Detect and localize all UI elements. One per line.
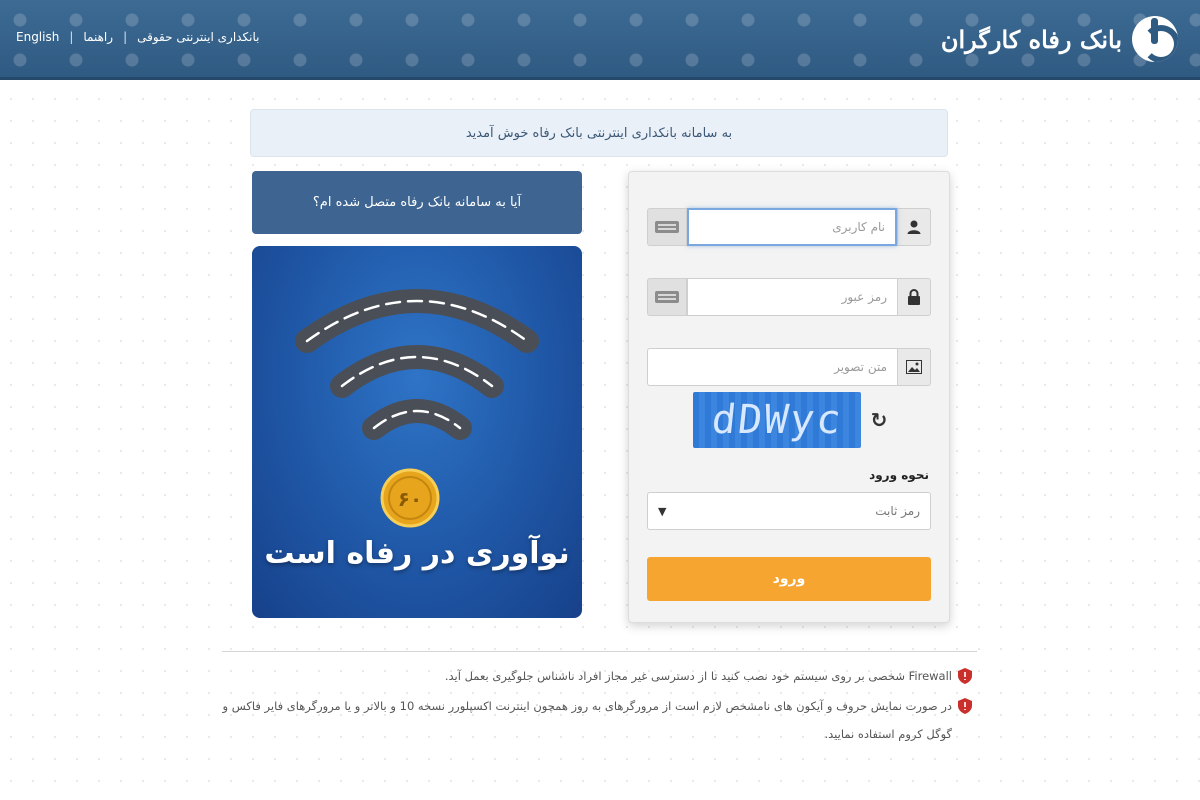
divider bbox=[222, 651, 977, 652]
promo-caption: نوآوری در رفاه است bbox=[264, 536, 570, 571]
link-separator: | bbox=[69, 30, 74, 44]
password-input[interactable] bbox=[687, 278, 897, 316]
username-row bbox=[647, 208, 931, 246]
promo-banner: ۶۰ نوآوری در رفاه است bbox=[252, 246, 582, 618]
username-input[interactable] bbox=[687, 208, 897, 246]
captcha-input[interactable] bbox=[647, 348, 897, 386]
lock-icon bbox=[897, 278, 931, 316]
captcha-image: dDWyc bbox=[693, 392, 861, 448]
password-keyboard-button[interactable] bbox=[647, 278, 687, 316]
brand[interactable]: بانک رفاه کارگران bbox=[941, 14, 1178, 64]
shield-icon bbox=[958, 668, 972, 684]
notice-text: Firewall شخصی بر روی سیستم خود نصب کنید … bbox=[444, 669, 952, 683]
captcha-row bbox=[647, 348, 931, 386]
password-row bbox=[647, 278, 931, 316]
welcome-banner: به سامانه بانکداری اینترنتی بانک رفاه خو… bbox=[250, 109, 948, 157]
shield-icon bbox=[958, 698, 972, 714]
image-icon bbox=[897, 348, 931, 386]
login-button[interactable]: ورود bbox=[647, 557, 931, 601]
login-method-select[interactable]: رمز ثابت ▼ bbox=[647, 492, 931, 530]
login-card: dDWyc ↻ نحوه ورود رمز ثابت ▼ ورود bbox=[628, 171, 950, 623]
connection-check-label: آیا به سامانه بانک رفاه متصل شده ام؟ bbox=[312, 195, 522, 210]
refresh-icon[interactable]: ↻ bbox=[867, 408, 891, 432]
notice-item: Firewall شخصی بر روی سیستم خود نصب کنید … bbox=[222, 662, 972, 690]
login-method-label: نحوه ورود bbox=[869, 468, 929, 482]
keyboard-icon bbox=[655, 291, 679, 303]
captcha-text: dDWyc bbox=[709, 397, 845, 443]
notice-text: در صورت نمایش حروف و آیکون های نامشخص لا… bbox=[222, 699, 952, 741]
login-method-value: رمز ثابت bbox=[875, 504, 920, 518]
username-keyboard-button[interactable] bbox=[647, 208, 687, 246]
notice-item: در صورت نمایش حروف و آیکون های نامشخص لا… bbox=[222, 692, 972, 748]
keyboard-icon bbox=[655, 221, 679, 233]
welcome-text: به سامانه بانکداری اینترنتی بانک رفاه خو… bbox=[465, 125, 733, 141]
link-separator: | bbox=[123, 30, 128, 44]
top-header: بانک رفاه کارگران بانکداری اینترنتی حقوق… bbox=[0, 0, 1200, 80]
coin-text: ۶۰ bbox=[398, 487, 422, 511]
brand-name: بانک رفاه کارگران bbox=[940, 24, 1122, 54]
chevron-down-icon: ▼ bbox=[658, 504, 667, 518]
guide-link[interactable]: راهنما bbox=[83, 30, 113, 44]
bank-logo-icon bbox=[1132, 16, 1178, 62]
user-icon bbox=[897, 208, 931, 246]
top-links: بانکداری اینترنتی حقوقی | راهنما | Engli… bbox=[16, 30, 259, 44]
english-link[interactable]: English bbox=[16, 30, 59, 44]
corporate-banking-link[interactable]: بانکداری اینترنتی حقوقی bbox=[137, 30, 259, 44]
connection-check-button[interactable]: آیا به سامانه بانک رفاه متصل شده ام؟ bbox=[252, 171, 582, 234]
